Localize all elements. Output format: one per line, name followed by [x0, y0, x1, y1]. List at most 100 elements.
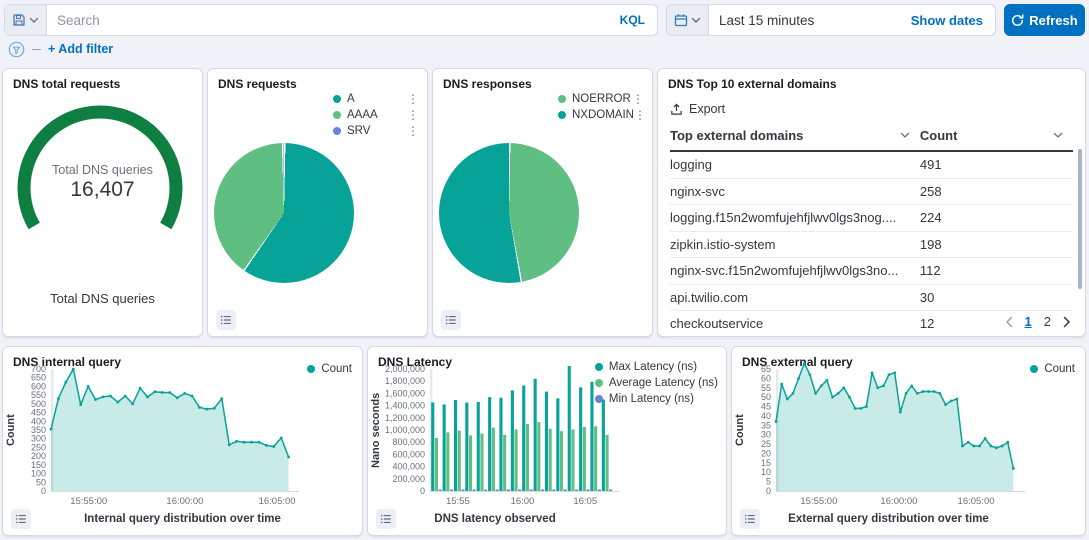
legend-item-menu-icon[interactable]: ⋮	[407, 110, 419, 120]
cell-count: 198	[920, 231, 1073, 258]
page-1-button[interactable]: 1	[1025, 314, 1032, 329]
save-icon	[12, 13, 26, 27]
x-axis-label: Internal query distribution over time	[23, 513, 342, 525]
svg-text:700: 700	[31, 364, 46, 374]
date-quick-menu-button[interactable]	[667, 5, 709, 35]
svg-text:250: 250	[31, 442, 46, 452]
column-header-label: Count	[920, 128, 958, 143]
bar-chart: 0200,000400,000600,000800,0001,000,0001,…	[368, 355, 728, 519]
gauge-caption: Total DNS queries	[3, 291, 202, 306]
filter-separator	[32, 49, 41, 50]
add-filter-button[interactable]: + Add filter	[48, 42, 113, 56]
svg-text:45: 45	[761, 402, 771, 412]
legend-toggle-button[interactable]	[441, 310, 461, 330]
area-chart: 0501001502002503003504004505005506006507…	[3, 355, 364, 519]
svg-text:650: 650	[31, 373, 46, 383]
column-header-domains[interactable]: Top external domains	[670, 122, 920, 151]
legend-dot	[558, 111, 566, 119]
legend-item[interactable]: AAAA ⋮	[333, 109, 419, 121]
cell-count: 30	[920, 284, 1073, 311]
time-range-label[interactable]: Last 15 minutes	[709, 13, 911, 28]
svg-text:15: 15	[761, 458, 771, 468]
query-language-button[interactable]: KQL	[608, 13, 657, 27]
list-icon	[744, 513, 756, 525]
list-icon	[220, 314, 232, 326]
panel-dns-total-requests: DNS total requests Total DNS queries 16,…	[2, 68, 203, 337]
pie-chart[interactable]	[214, 143, 354, 283]
show-dates-button[interactable]: Show dates	[911, 13, 995, 28]
legend-toggle-button[interactable]	[11, 509, 31, 529]
cell-domain: logging.f15n2womfujehfjlwv0lgs3nog....	[670, 205, 920, 232]
svg-text:20: 20	[761, 448, 771, 458]
svg-text:200,000: 200,000	[392, 474, 425, 484]
table-row[interactable]: logging.f15n2womfujehfjlwv0lgs3nog....22…	[670, 205, 1073, 232]
svg-text:400: 400	[31, 416, 46, 426]
legend-dot	[558, 95, 566, 103]
legend-item[interactable]: SRV⋮	[333, 125, 419, 137]
x-axis-label: DNS latency observed	[380, 513, 610, 525]
legend-item-menu-icon[interactable]: ⋮	[407, 94, 419, 104]
saved-query-menu-button[interactable]	[5, 5, 47, 35]
legend-item[interactable]: NXDOMAIN⋮	[558, 109, 644, 121]
legend-item[interactable]: NOERROR⋮	[558, 93, 644, 105]
svg-text:16:05:00: 16:05:00	[259, 496, 296, 507]
filter-bar: + Add filter	[8, 39, 113, 59]
next-page-icon[interactable]	[1063, 316, 1071, 328]
panel-dns-requests: DNS requests A⋮AAAA⋮SRV⋮	[207, 68, 428, 337]
table-scrollbar[interactable]	[1078, 149, 1082, 289]
legend-item-menu-icon[interactable]: ⋮	[407, 126, 419, 136]
search-input[interactable]	[47, 13, 608, 28]
refresh-label: Refresh	[1029, 13, 1077, 28]
chevron-down-icon	[29, 17, 39, 24]
export-button[interactable]: Export	[658, 91, 752, 122]
legend-item-menu-icon[interactable]: ⋮	[632, 94, 644, 104]
filter-icon[interactable]	[8, 41, 25, 58]
legend-label: NXDOMAIN	[572, 109, 634, 121]
svg-text:5: 5	[766, 477, 771, 487]
gauge-label: Total DNS queries	[3, 163, 202, 177]
list-icon	[380, 513, 392, 525]
legend-dot	[333, 95, 341, 103]
panel-dns-external-query: DNS external query Count Count 051015202…	[731, 346, 1086, 536]
chevron-down-icon	[691, 17, 701, 24]
svg-text:40: 40	[761, 411, 771, 421]
table-row[interactable]: nginx-svc.f15n2womfujehfjlwv0lgs3no...11…	[670, 258, 1073, 285]
column-header-count[interactable]: Count	[920, 122, 1073, 151]
pie-chart[interactable]	[439, 143, 579, 283]
legend-item-menu-icon[interactable]: ⋮	[634, 110, 646, 120]
legend-item[interactable]: A⋮	[333, 93, 419, 105]
sort-chevron-icon[interactable]	[1053, 132, 1063, 139]
table-row[interactable]: logging491	[670, 151, 1073, 178]
previous-page-icon[interactable]	[1005, 316, 1013, 328]
cell-count: 112	[920, 258, 1073, 285]
table-row[interactable]: nginx-svc258	[670, 178, 1073, 205]
svg-text:15:55: 15:55	[446, 496, 470, 507]
svg-text:200: 200	[31, 451, 46, 461]
table-row[interactable]: api.twilio.com30	[670, 284, 1073, 311]
svg-text:10: 10	[761, 467, 771, 477]
svg-text:16:05:00: 16:05:00	[958, 496, 995, 507]
cell-domain: logging	[670, 151, 920, 178]
x-axis-label: External query distribution over time	[732, 513, 1045, 525]
panel-dns-responses: DNS responses NOERROR⋮NXDOMAIN⋮	[432, 68, 653, 337]
legend-toggle-button[interactable]	[376, 509, 396, 529]
legend-toggle-button[interactable]	[740, 509, 760, 529]
area-chart: 0510152025303540455055606515:55:0016:00:…	[732, 355, 1087, 519]
refresh-button[interactable]: Refresh	[1004, 4, 1085, 36]
table-row[interactable]: zipkin.istio-system198	[670, 231, 1073, 258]
cell-domain: nginx-svc.f15n2womfujehfjlwv0lgs3no...	[670, 258, 920, 285]
panel-title: DNS responses	[433, 69, 652, 91]
svg-text:1,600,000: 1,600,000	[385, 388, 425, 398]
legend-label: AAAA	[347, 109, 378, 121]
svg-text:55: 55	[761, 383, 771, 393]
svg-text:25: 25	[761, 439, 771, 449]
svg-text:150: 150	[31, 460, 46, 470]
cell-domain: nginx-svc	[670, 178, 920, 205]
export-icon	[670, 103, 683, 116]
domains-table: Top external domains Count logging491ngi…	[670, 122, 1073, 338]
sort-chevron-icon[interactable]	[900, 132, 910, 139]
column-header-label: Top external domains	[670, 128, 803, 143]
svg-text:0: 0	[41, 486, 46, 496]
page-2-button[interactable]: 2	[1044, 314, 1051, 329]
legend-toggle-button[interactable]	[216, 310, 236, 330]
